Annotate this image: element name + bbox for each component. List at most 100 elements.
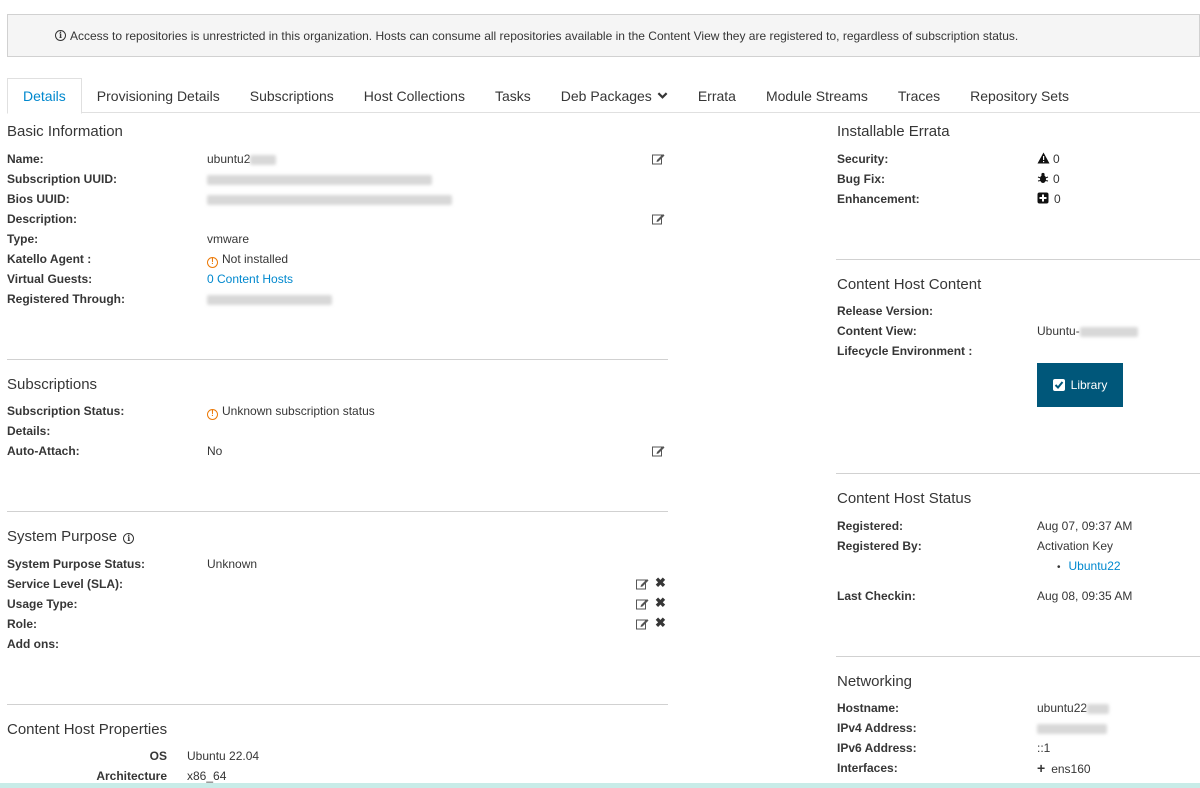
bios-uuid-value [207,191,452,207]
content-host-properties-title: Content Host Properties [7,721,168,738]
basic-info-title: Basic Information [7,123,123,140]
type-value: vmware [207,232,250,246]
architecture-value: x86_64 [187,769,227,783]
subscription-status-label: Subscription Status: [7,404,125,418]
tab-details[interactable]: Details [7,78,82,114]
info-icon[interactable]: i [123,533,135,544]
release-version-label: Release Version: [837,304,934,318]
interface-item[interactable]: + ens160 [1037,760,1091,776]
library-environment-button[interactable]: Library [1037,363,1123,407]
registered-through-value [207,291,332,307]
divider [7,511,668,512]
bios-uuid-label: Bios UUID: [7,192,70,206]
clear-role-icon[interactable]: ✖ [655,615,666,631]
bug-fix-label: Bug Fix: [837,172,885,186]
service-level-label: Service Level (SLA): [7,577,124,591]
edit-usage-type-icon[interactable] [636,598,649,610]
hostname-value: ubuntu22 [1037,700,1110,716]
tab-deb-packages-label: Deb Packages [560,87,652,104]
library-label: Library [1070,378,1108,392]
registered-value: Aug 07, 09:37 AM [1037,519,1133,533]
edit-name-icon[interactable] [652,153,665,165]
installable-errata-title: Installable Errata [837,123,950,140]
virtual-guests-link[interactable]: 0 Content Hosts [207,271,293,287]
tab-traces[interactable]: Traces [883,78,955,113]
divider [836,259,1200,260]
enhancement-value: 0 [1037,191,1061,207]
system-purpose-status-value: Unknown [207,557,258,571]
warning-triangle-icon [1037,152,1050,164]
subscriptions-title: Subscriptions [7,376,98,393]
content-view-label: Content View: [837,324,917,338]
tab-deb-packages[interactable]: Deb Packages [546,78,683,113]
os-value: Ubuntu 22.04 [187,749,260,763]
name-label: Name: [7,152,44,166]
tab-repository-sets[interactable]: Repository Sets [955,78,1084,113]
ipv4-address-value [1037,720,1107,736]
os-label: OS [149,749,167,763]
auto-attach-value: No [207,444,223,458]
tab-module-streams[interactable]: Module Streams [751,78,883,113]
name-value: ubuntu2 [207,151,277,167]
divider [7,359,668,360]
networking-title: Networking [837,673,913,690]
system-purpose-status-label: System Purpose Status: [7,557,146,571]
edit-role-icon[interactable] [636,618,649,630]
plus-square-icon [1037,192,1049,204]
chevron-down-icon [657,92,668,99]
tab-errata[interactable]: Errata [683,78,751,113]
security-label: Security: [837,152,889,166]
divider [836,473,1200,474]
description-label: Description: [7,212,78,226]
add-ons-label: Add ons: [7,637,59,651]
ipv4-address-label: IPv4 Address: [837,721,917,735]
tab-provisioning-details[interactable]: Provisioning Details [82,78,235,113]
tab-tasks[interactable]: Tasks [480,78,546,113]
bug-fix-value: 0 [1037,171,1060,187]
tab-host-collections[interactable]: Host Collections [349,78,480,113]
registered-by-value: Activation Key [1037,539,1114,553]
tab-subscriptions[interactable]: Subscriptions [235,78,349,113]
clear-usage-type-icon[interactable]: ✖ [655,595,666,611]
role-label: Role: [7,617,37,631]
subscription-status-value: ! Unknown subscription status [207,403,375,420]
info-alert: i Access to repositories is unrestricted… [7,14,1200,57]
details-label: Details: [7,424,51,438]
registered-by-label: Registered By: [837,539,922,553]
bullet-icon: • [1057,562,1061,573]
alert-text: Access to repositories is unrestricted i… [70,28,1019,43]
checkbox-checked-icon [1052,379,1065,391]
subscription-uuid-value [207,171,432,187]
warning-icon: ! [207,409,218,420]
clear-service-level-icon[interactable]: ✖ [655,575,666,591]
interfaces-label: Interfaces: [837,761,898,775]
info-icon: i [55,30,66,41]
expand-plus-icon[interactable]: + [1037,760,1045,776]
divider [7,704,668,705]
edit-description-icon[interactable] [652,213,665,225]
activation-key-list-item: • Ubuntu22 [1057,558,1121,574]
architecture-label: Architecture [96,769,167,783]
content-view-value: Ubuntu- [1037,323,1138,339]
host-tabs: Details Provisioning Details Subscriptio… [7,78,1200,114]
edit-service-level-icon[interactable] [636,578,649,590]
lifecycle-environment-label: Lifecycle Environment : [837,344,973,358]
ipv6-address-label: IPv6 Address: [837,741,917,755]
katello-agent-value: ! Not installed [207,251,288,268]
registered-label: Registered: [837,519,904,533]
system-purpose-title: System Purpose i [7,528,138,545]
last-checkin-label: Last Checkin: [837,589,916,603]
auto-attach-label: Auto-Attach: [7,444,80,458]
hostname-label: Hostname: [837,701,900,715]
content-host-status-title: Content Host Status [837,490,972,507]
usage-type-label: Usage Type: [7,597,78,611]
bug-icon [1037,172,1049,183]
warning-icon: ! [207,257,218,268]
content-host-content-title: Content Host Content [837,276,982,293]
ipv6-address-value: ::1 [1037,741,1051,755]
divider [836,656,1200,657]
virtual-guests-label: Virtual Guests: [7,272,93,286]
security-value: 0 [1037,151,1060,167]
activation-key-link[interactable]: Ubuntu22 [1069,559,1121,573]
edit-auto-attach-icon[interactable] [652,445,665,457]
